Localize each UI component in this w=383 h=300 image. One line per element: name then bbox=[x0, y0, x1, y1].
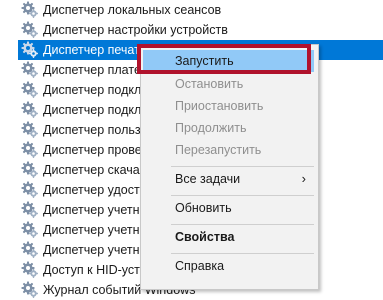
context-menu: Запустить Остановить Приостановить Продо… bbox=[140, 44, 319, 290]
service-name: Диспетчер настройки устройств bbox=[43, 23, 228, 37]
menu-item-resume: Продолжить bbox=[143, 117, 314, 139]
menu-item-label: Перезапустить bbox=[175, 143, 262, 157]
gear-icon bbox=[21, 181, 39, 199]
service-name: Диспетчер удосто bbox=[43, 183, 147, 197]
service-name: Диспетчер печати bbox=[43, 43, 147, 57]
menu-item-refresh[interactable]: Обновить bbox=[143, 197, 314, 219]
gear-icon bbox=[21, 101, 39, 119]
service-name: Диспетчер подкл bbox=[43, 83, 142, 97]
menu-item-restart: Перезапустить bbox=[143, 139, 314, 161]
menu-item-label: Справка bbox=[175, 259, 225, 273]
service-name: Диспетчер провер bbox=[43, 143, 149, 157]
service-name: Диспетчер локальных сеансов bbox=[43, 3, 222, 17]
service-name: Диспетчер подкл bbox=[43, 103, 142, 117]
service-name: Диспетчер скачан bbox=[43, 163, 147, 177]
gear-icon bbox=[21, 81, 39, 99]
gear-icon bbox=[21, 41, 39, 59]
service-name: Доступ к HID-устр bbox=[43, 263, 147, 277]
gear-icon bbox=[21, 281, 39, 299]
gear-icon bbox=[21, 121, 39, 139]
menu-separator bbox=[171, 224, 314, 225]
gear-icon bbox=[21, 141, 39, 159]
menu-item-stop: Остановить bbox=[143, 73, 314, 95]
service-name: Диспетчер польз bbox=[43, 123, 141, 137]
menu-item-label: Остановить bbox=[175, 77, 244, 91]
menu-separator bbox=[171, 195, 314, 196]
menu-item-pause: Приостановить bbox=[143, 95, 314, 117]
gear-icon bbox=[21, 241, 39, 259]
menu-item-properties[interactable]: Свойства bbox=[143, 226, 314, 248]
highlight-frame bbox=[137, 44, 311, 74]
menu-item-label: Свойства bbox=[175, 230, 235, 244]
menu-item-label: Обновить bbox=[175, 201, 232, 215]
menu-item-help[interactable]: Справка bbox=[143, 255, 314, 277]
menu-item-label: Продолжить bbox=[175, 121, 247, 135]
service-name: Диспетчер плате bbox=[43, 63, 141, 77]
gear-icon bbox=[21, 21, 39, 39]
service-name: Диспетчер учетнь bbox=[43, 203, 147, 217]
gear-icon bbox=[21, 261, 39, 279]
menu-item-label: Все задачи bbox=[175, 172, 241, 186]
chevron-right-icon: › bbox=[301, 171, 306, 186]
service-name: Диспетчер учетнь bbox=[43, 243, 147, 257]
service-row[interactable]: Диспетчер настройки устройств bbox=[18, 20, 383, 40]
menu-separator bbox=[171, 166, 314, 167]
menu-item-all-tasks[interactable]: Все задачи › bbox=[143, 168, 314, 190]
service-row[interactable]: Диспетчер локальных сеансов bbox=[18, 0, 383, 20]
gear-icon bbox=[21, 201, 39, 219]
service-name: Диспетчер учетнь bbox=[43, 223, 147, 237]
menu-separator bbox=[171, 253, 314, 254]
gear-icon bbox=[21, 161, 39, 179]
menu-item-label: Приостановить bbox=[175, 99, 264, 113]
gear-icon bbox=[21, 221, 39, 239]
gear-icon bbox=[21, 61, 39, 79]
gear-icon bbox=[21, 1, 39, 19]
